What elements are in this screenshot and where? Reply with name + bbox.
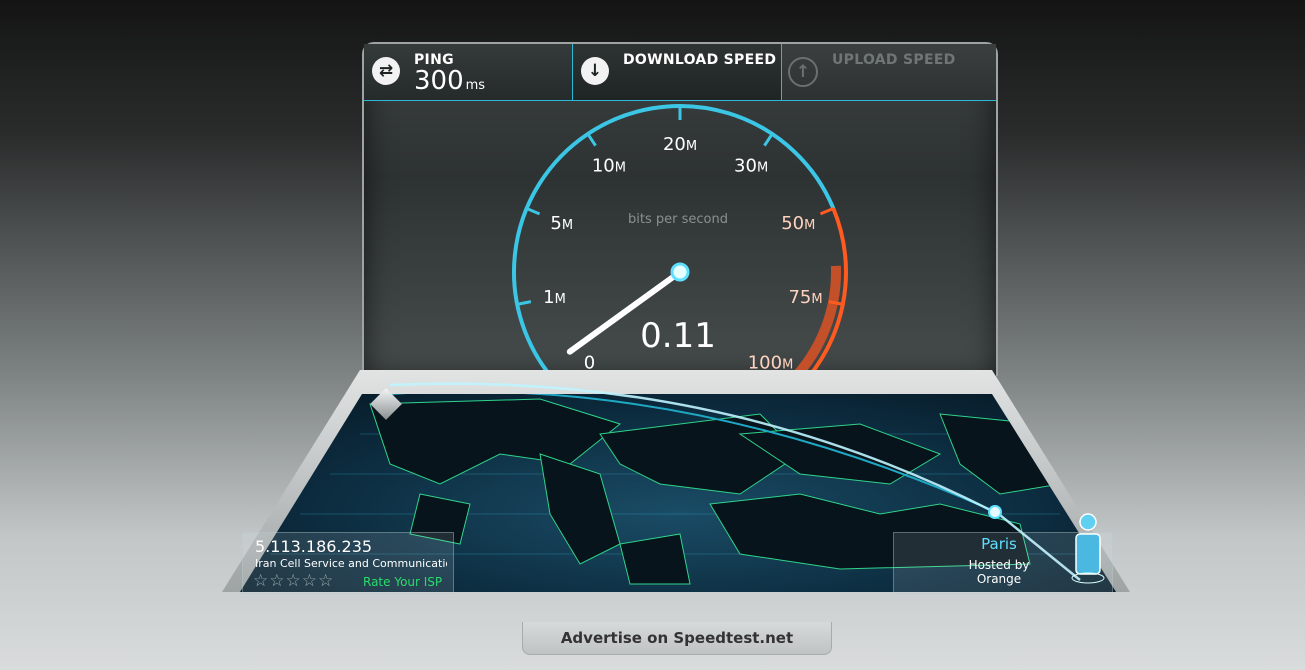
ping-value: 300 ms: [414, 66, 485, 96]
tab-download-speed[interactable]: ↓ DOWNLOAD SPEED: [573, 44, 782, 100]
rate-your-isp-link[interactable]: Rate Your ISP: [363, 575, 442, 589]
isp-rating-stars[interactable]: ☆☆☆☆☆: [253, 571, 334, 591]
gauge-unit-caption: bits per second: [628, 212, 728, 227]
upload-label: UPLOAD SPEED: [832, 52, 956, 68]
gauge-needle-hub: [670, 262, 690, 282]
gauge-tick: [586, 133, 597, 147]
tab-ping[interactable]: ⇄ PING 300 ms: [364, 44, 573, 100]
client-isp-name: Iran Cell Service and Communication: [255, 557, 447, 570]
test-tabs: ⇄ PING 300 ms ↓ DOWNLOAD SPEED ↑ UPLOAD S…: [364, 44, 996, 101]
gauge-tick-label: 30M: [734, 156, 768, 177]
advertise-button[interactable]: Advertise on Speedtest.net: [522, 622, 832, 655]
hosted-by-label: Hosted by: [968, 558, 1030, 572]
gauge-tick-label: 20M: [663, 134, 697, 155]
client-ip-address: 5.113.186.235: [255, 537, 373, 556]
tab-upload-speed[interactable]: ↑ UPLOAD SPEED: [782, 44, 996, 100]
gauge-tick: [516, 300, 532, 306]
gauge-tick-label: 10M: [592, 156, 626, 177]
gauge-tick-label: 75M: [788, 287, 822, 308]
gauge-tick: [763, 133, 774, 147]
client-info-panel: 5.113.186.235 Iran Cell Service and Comm…: [242, 532, 454, 594]
speed-gauge: 0 1M 5M 10M 20M 30M 50M 75M 100M bits per second…: [362, 100, 994, 400]
ping-icon: ⇄: [372, 57, 400, 85]
server-host-name: Orange: [976, 572, 1022, 586]
server-person-icon: [1071, 513, 1105, 584]
ping-number: 300: [414, 66, 464, 96]
ping-unit: ms: [465, 78, 486, 93]
gauge-tick-label: 1M: [543, 287, 566, 308]
upload-arrow-icon: ↑: [788, 57, 818, 87]
download-arrow-icon: ↓: [581, 57, 609, 85]
current-speed-value: 0.11: [640, 316, 716, 356]
download-label: DOWNLOAD SPEED: [623, 52, 777, 68]
